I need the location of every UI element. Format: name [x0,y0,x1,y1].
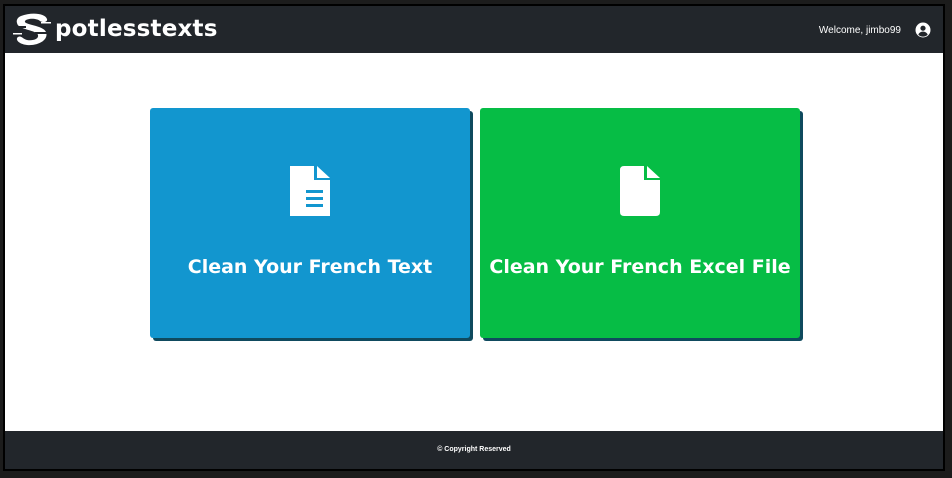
app-window: potlesstexts Welcome, jimbo99 Clean Your… [3,4,945,471]
text-document-icon [290,166,330,216]
spotless-logo-icon [13,13,51,46]
top-navbar: potlesstexts Welcome, jimbo99 [5,6,943,53]
copyright-text: © Copyright Reserved [437,446,511,453]
user-area: Welcome, jimbo99 [819,20,931,40]
user-circle-icon[interactable] [915,22,931,38]
brand-logo[interactable]: potlesstexts [13,12,218,48]
clean-excel-card[interactable]: Clean Your French Excel File [480,108,800,338]
action-cards: Clean Your French Text Clean Your French… [150,108,810,338]
clean-excel-label: Clean Your French Excel File [489,256,791,278]
clean-text-label: Clean Your French Text [187,256,433,278]
clean-text-card[interactable]: Clean Your French Text [150,108,470,338]
welcome-text: Welcome, jimbo99 [818,24,901,36]
file-icon [620,166,660,216]
footer: © Copyright Reserved [5,431,943,469]
brand-name: potlesstexts [55,16,218,42]
